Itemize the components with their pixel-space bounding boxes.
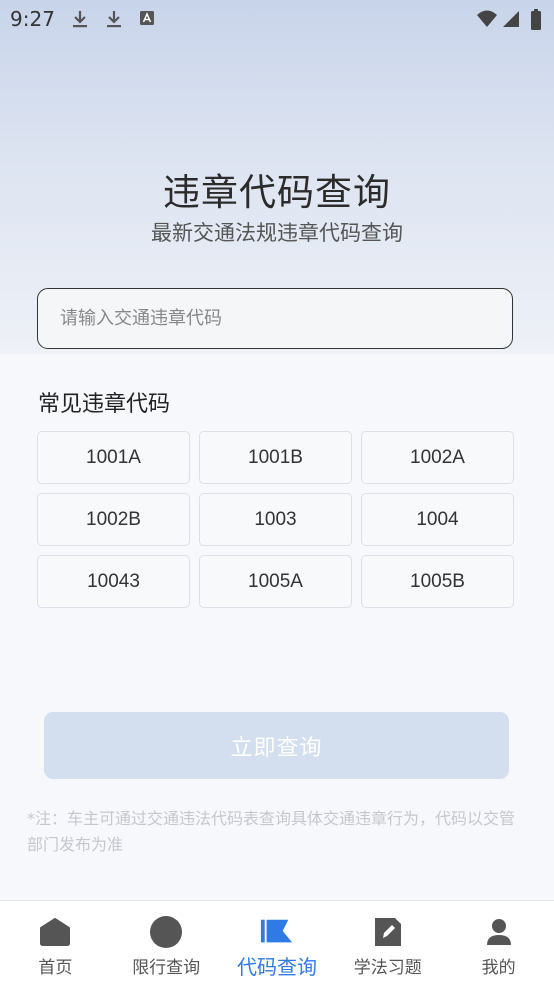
wifi-icon xyxy=(477,10,497,27)
nav-item-mine[interactable]: 我的 xyxy=(443,901,554,984)
user-icon xyxy=(482,915,516,949)
code-chip[interactable]: 1005B xyxy=(361,555,514,608)
nav-item-code-query[interactable]: 代码查询 xyxy=(222,901,333,984)
code-chip[interactable]: 1005A xyxy=(199,555,352,608)
status-time: 9:27 xyxy=(10,7,55,31)
code-chip[interactable]: 10043 xyxy=(37,555,190,608)
signal-icon xyxy=(503,11,519,27)
code-chip[interactable]: 1002B xyxy=(37,493,190,546)
nav-label: 首页 xyxy=(38,958,73,978)
download-icon xyxy=(73,11,87,28)
common-codes-title: 常见违章代码 xyxy=(38,392,171,417)
nav-item-study[interactable]: 学法习题 xyxy=(332,901,443,984)
circle-icon xyxy=(149,915,183,949)
a-icon xyxy=(140,11,154,25)
page-subtitle: 最新交通法规违章代码查询 xyxy=(151,221,403,245)
nav-label: 限行查询 xyxy=(132,958,201,978)
query-now-button[interactable]: 立即查询 xyxy=(44,712,509,779)
note-text: *注：车主可通过交通违法代码表查询具体交通违章行为，代码以交管部门发布为准 xyxy=(27,809,516,854)
nav-item-restriction[interactable]: 限行查询 xyxy=(111,901,222,984)
nav-label: 我的 xyxy=(481,958,516,978)
code-chip[interactable]: 1001A xyxy=(37,431,190,484)
home-icon xyxy=(38,915,72,949)
nav-label: 学法习题 xyxy=(353,958,422,978)
common-codes-grid: 1001A 1001B 1002A 1002B 1003 1004 10043 … xyxy=(37,431,516,608)
code-search-input[interactable] xyxy=(58,307,512,330)
code-chip[interactable]: 1004 xyxy=(361,493,514,546)
nav-item-home[interactable]: 首页 xyxy=(0,901,111,984)
code-chip[interactable]: 1001B xyxy=(199,431,352,484)
download-icon xyxy=(107,11,121,28)
nav-label: 代码查询 xyxy=(236,955,317,979)
bottom-nav: 首页 限行查询 代码查询 学法习题 我的 xyxy=(0,900,554,984)
code-chip[interactable]: 1003 xyxy=(199,493,352,546)
search-box[interactable] xyxy=(37,288,513,349)
battery-icon xyxy=(531,9,541,30)
edit-icon xyxy=(371,915,405,949)
status-bar: 9:27 xyxy=(0,0,554,38)
page-title: 违章代码查询 xyxy=(163,171,391,214)
flag-icon xyxy=(260,915,294,949)
code-chip[interactable]: 1002A xyxy=(361,431,514,484)
screen: 9:27 违章代码查询 最新交通法规违章代码查询 常见违章代码 1001A xyxy=(0,0,554,984)
